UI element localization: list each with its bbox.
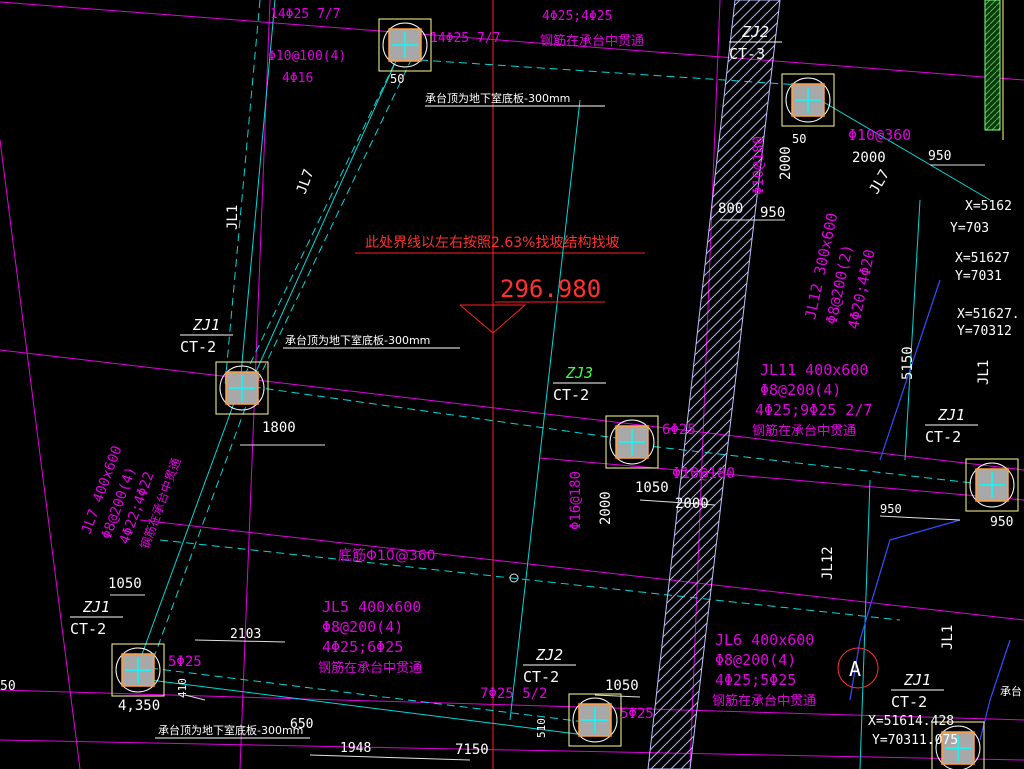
- note-coord-3y: Y=703: [950, 221, 989, 236]
- note-rebar-180c: Φ16@180: [568, 471, 584, 530]
- note-d-2103: 2103: [230, 627, 261, 642]
- note-d-1800: 1800: [262, 420, 296, 436]
- note-d-5150: 5150: [900, 346, 916, 380]
- note-d-1050b: 1050: [635, 480, 669, 496]
- pile-type-label: CT-2: [180, 338, 216, 356]
- cad-drawing-canvas[interactable]: 296.980 此处界线以左右按照2.63%找坡结构找坡 A ZJ1 CT-2 ZJ…: [0, 0, 1024, 769]
- note-top-1: 14Φ25 7/7: [270, 7, 340, 22]
- note-jl6-2: Φ8@200(4): [715, 651, 796, 669]
- note-jl5-4: 钢筋在承台中贯通: [318, 660, 422, 676]
- note-coord-1y: Y=7031: [955, 269, 1002, 284]
- pile-type-label: CT-2: [70, 620, 106, 638]
- note-coord-4x: X=51614.428: [868, 714, 954, 729]
- note-coord-4y: Y=70311.075: [872, 733, 958, 748]
- pile-type-label: CT-2: [925, 428, 961, 446]
- note-rebar-6-25: 6Φ25: [662, 422, 696, 438]
- note-chengtai: 承台: [1000, 684, 1022, 698]
- note-top-6: 4Φ16: [282, 71, 313, 86]
- note-top-3: 4Φ25;4Φ25: [542, 9, 612, 24]
- note-slab-top-3: 承台顶为地下室底板-300mm: [158, 723, 303, 737]
- pile-id-label: ZJ1: [903, 671, 931, 689]
- note-top-4: 钢筋在承台中贯通: [540, 33, 644, 49]
- pile-type-label: CT-2: [553, 386, 589, 404]
- note-d-510: 510: [535, 718, 548, 738]
- pile-id-label: ZJ3: [565, 364, 593, 382]
- note-top-2: 14Φ25 7/7: [430, 31, 500, 46]
- note-d-7150: 7150: [455, 742, 489, 758]
- note-coord-2y: Y=70312: [957, 324, 1012, 339]
- note-slab-top-1: 承台顶为地下室底板-300mm: [425, 91, 570, 105]
- note-d-1050a: 1050: [108, 576, 142, 592]
- note-d-650: 650: [290, 717, 313, 732]
- pile-type-label: CT-3: [729, 45, 765, 63]
- note-rebar-5-25b: 5Φ25: [620, 706, 654, 722]
- pile-id-label: ZJ1: [192, 316, 220, 334]
- note-rebar-5-25a: 5Φ25: [168, 654, 202, 670]
- axis-a-label: A: [849, 657, 861, 681]
- pile-type-label: CT-2: [523, 668, 559, 686]
- note-jl11-4: 钢筋在承台中贯通: [752, 423, 856, 439]
- note-d-800: 800: [718, 201, 743, 217]
- note-d-950d: 950: [990, 515, 1013, 530]
- note-d-50b: 50: [792, 132, 806, 146]
- note-jl5-3: 4Φ25;6Φ25: [322, 638, 403, 656]
- note-d-2000b: 2000: [675, 496, 709, 512]
- note-rebar-180a: Φ10@180: [751, 136, 767, 195]
- green-hatched-wall: [984, 0, 1001, 131]
- note-slab-top-2: 承台顶为地下室底板-300mm: [285, 333, 430, 347]
- note-d-950c: 950: [880, 502, 902, 516]
- note-d-2000d: 2000: [598, 491, 614, 525]
- note-d-410: 410: [176, 678, 189, 698]
- note-d-50a: 50: [390, 72, 404, 86]
- note-coord-1x: X=51627: [955, 251, 1010, 266]
- note-jl1: JL1: [225, 205, 241, 230]
- note-jl11-1: JL11 400x600: [760, 361, 868, 379]
- note-d-950a: 950: [760, 205, 785, 221]
- pile-id-label: ZJ1: [82, 598, 110, 616]
- note-jl11-2: Φ8@200(4): [760, 381, 841, 399]
- note-d-4350: 4,350: [118, 698, 160, 714]
- note-coord-3x: X=5162: [965, 199, 1012, 214]
- slope-note: 此处界线以左右按照2.63%找坡结构找坡: [365, 235, 619, 251]
- note-d-50left: 50: [0, 679, 16, 694]
- note-d-950b: 950: [928, 149, 951, 164]
- pile-type-label: CT-2: [891, 693, 927, 711]
- pile-id-label: ZJ2: [535, 646, 563, 664]
- note-d-1948: 1948: [340, 741, 371, 756]
- note-jl5-2: Φ8@200(4): [322, 618, 403, 636]
- note-d-1050c: 1050: [605, 678, 639, 694]
- note-top-5: Φ10@100(4): [268, 49, 346, 64]
- note-rebar-360: Φ10@360: [848, 126, 911, 144]
- note-jl1br: JL1: [940, 625, 956, 650]
- note-d-2000c: 2000: [778, 146, 794, 180]
- note-rebar-7-25: 7Φ25 5/2: [480, 686, 547, 702]
- note-jl6-4: 钢筋在承台中贯通: [712, 693, 816, 709]
- note-jl6-3: 4Φ25;5Φ25: [715, 671, 796, 689]
- pile-id-label: ZJ2: [741, 23, 769, 41]
- elevation-label: 296.980: [500, 275, 601, 303]
- note-jl5-1: JL5 400x600: [322, 598, 421, 616]
- pile-id-label: ZJ1: [937, 406, 965, 424]
- note-jl1r: JL1: [976, 360, 992, 385]
- note-jl11-3: 4Φ25;9Φ25 2/7: [755, 401, 872, 419]
- note-rebar-180b: Φ10@180: [672, 464, 735, 482]
- note-coord-2x: X=51627.: [957, 307, 1020, 322]
- note-base-rebar-note: 底筋Φ10@360: [338, 547, 436, 564]
- note-d-2000a: 2000: [852, 150, 886, 166]
- note-jl12v: JL12: [820, 546, 836, 580]
- note-jl6-1: JL6 400x600: [715, 631, 814, 649]
